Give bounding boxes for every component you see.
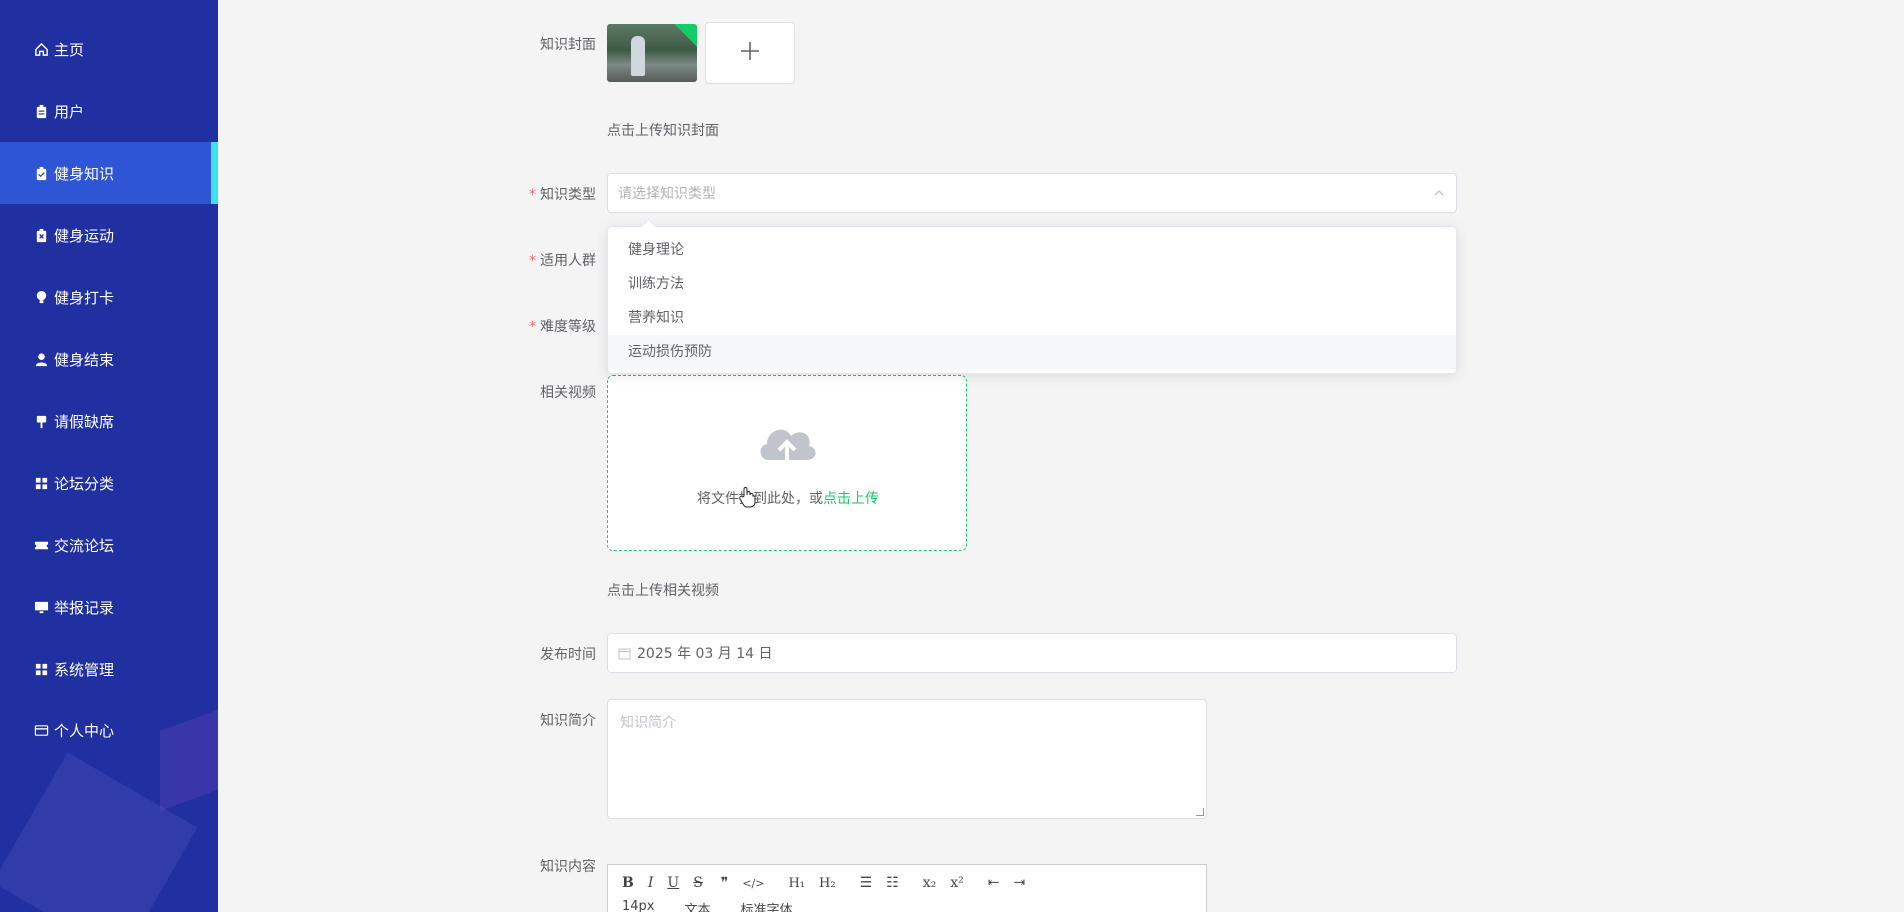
type-label-text: 知识类型 — [540, 187, 596, 203]
grid-icon — [32, 474, 50, 492]
sidebar-item-home[interactable]: 主页 — [0, 18, 218, 80]
date-label: 发布时间 — [540, 647, 596, 663]
font-family-select[interactable]: 标准字体 — [741, 899, 793, 912]
card-icon — [32, 721, 50, 739]
sidebar-item-users[interactable]: 用户 — [0, 80, 218, 142]
sidebar-item-label: 请假缺席 — [54, 412, 115, 431]
sidebar-item-leave[interactable]: 请假缺席 — [0, 390, 218, 452]
sidebar-item-label: 系统管理 — [54, 660, 115, 679]
superscript-icon[interactable]: x² — [950, 875, 964, 891]
quote-icon[interactable]: ❞ — [721, 875, 729, 891]
crowd-label-text: 适用人群 — [540, 253, 596, 269]
editor-toolbar-row2: 14px 文本 标准字体 — [622, 899, 823, 912]
cover-label: 知识封面 — [540, 37, 596, 53]
sidebar-item-forum[interactable]: 交流论坛 — [0, 514, 218, 576]
sidebar: 主页 用户 健身知识 健身运动 健身打卡 健身结束 请假缺席 论坛分类 交流论坛… — [0, 0, 218, 912]
crowd-label: * 适用人群 — [529, 253, 596, 269]
bullet-list-icon[interactable]: ☷ — [886, 875, 899, 891]
home-icon — [32, 40, 50, 58]
italic-icon[interactable]: I — [648, 875, 654, 891]
cloud-upload-icon — [755, 416, 819, 470]
format-select[interactable]: 文本 — [685, 899, 711, 912]
indent-icon[interactable]: ⇥ — [1013, 875, 1025, 891]
sidebar-item-label: 主页 — [54, 40, 85, 59]
hand-cursor-icon — [739, 486, 757, 512]
sidebar-item-finish[interactable]: 健身结束 — [0, 328, 218, 390]
heading2-icon[interactable]: H₂ — [819, 876, 836, 891]
outdent-icon[interactable]: ⇤ — [988, 875, 1000, 891]
editor-toolbar: B I U S ❞ </> H₁ H₂ ☰ ☷ x₂ x² ⇤ ⇥ — [622, 875, 1039, 891]
type-select[interactable]: 请选择知识类型 — [607, 173, 1457, 213]
ticket-icon — [32, 536, 50, 554]
intro-placeholder: 知识简介 — [620, 715, 676, 731]
type-option[interactable]: 健身理论 — [608, 233, 1456, 267]
subscript-icon[interactable]: x₂ — [923, 875, 937, 891]
video-upload-dropzone[interactable]: 将文件拖到此处，或点击上传 — [607, 375, 967, 551]
type-option[interactable]: 训练方法 — [608, 267, 1456, 301]
cyclist-image — [631, 36, 645, 76]
strike-icon[interactable]: S — [693, 875, 703, 891]
sidebar-item-reports[interactable]: 举报记录 — [0, 576, 218, 638]
heading1-icon[interactable]: H₁ — [788, 876, 805, 891]
sidebar-item-label: 论坛分类 — [54, 474, 115, 493]
sidebar-item-label: 健身打卡 — [54, 288, 115, 307]
level-label: * 难度等级 — [529, 319, 596, 335]
cover-hint: 点击上传知识封面 — [607, 123, 719, 139]
intro-label: 知识简介 — [540, 713, 596, 729]
upload-text: 将文件拖到此处，或点击上传 — [608, 488, 968, 508]
type-dropdown: 健身理论 训练方法 营养知识 运动损伤预防 — [607, 226, 1457, 374]
code-icon[interactable]: </> — [742, 877, 764, 890]
publish-date-input[interactable]: 2025 年 03 月 14 日 — [607, 633, 1457, 673]
monitor-icon — [32, 598, 50, 616]
paintbrush-icon — [32, 412, 50, 430]
grid-icon — [32, 660, 50, 678]
sidebar-item-label: 健身运动 — [54, 226, 115, 245]
user-icon — [32, 350, 50, 368]
content-label: 知识内容 — [540, 859, 596, 875]
font-size-select[interactable]: 14px — [622, 899, 655, 912]
sidebar-item-checkin[interactable]: 健身打卡 — [0, 266, 218, 328]
upload-success-icon — [674, 24, 697, 47]
sidebar-item-fitness-knowledge[interactable]: 健身知识 — [0, 142, 218, 204]
chevron-up-icon — [1432, 186, 1446, 204]
resize-handle-icon[interactable] — [1196, 808, 1204, 816]
type-select-placeholder: 请选择知识类型 — [618, 186, 716, 202]
bold-icon[interactable]: B — [622, 875, 634, 891]
sidebar-item-label: 举报记录 — [54, 598, 115, 617]
type-option[interactable]: 营养知识 — [608, 301, 1456, 335]
upload-drag-text: 将文件拖到此处，或 — [697, 491, 823, 507]
sidebar-item-label: 个人中心 — [54, 721, 115, 740]
video-hint: 点击上传相关视频 — [607, 583, 719, 599]
sidebar-item-label: 交流论坛 — [54, 536, 115, 555]
type-label: * 知识类型 — [529, 187, 596, 203]
date-value: 2025 年 03 月 14 日 — [637, 646, 773, 662]
bulb-icon — [32, 288, 50, 306]
sidebar-item-profile[interactable]: 个人中心 — [0, 699, 218, 761]
calendar-icon — [618, 647, 631, 660]
intro-textarea[interactable]: 知识简介 — [607, 699, 1207, 819]
upload-link[interactable]: 点击上传 — [823, 491, 879, 507]
video-label: 相关视频 — [540, 385, 596, 401]
sidebar-item-label: 用户 — [54, 102, 85, 121]
type-option[interactable]: 运动损伤预防 — [608, 335, 1456, 369]
level-label-text: 难度等级 — [540, 319, 596, 335]
rich-text-editor[interactable]: B I U S ❞ </> H₁ H₂ ☰ ☷ x₂ x² ⇤ ⇥ 14px 文… — [607, 864, 1207, 912]
sidebar-item-label: 健身结束 — [54, 350, 115, 369]
cover-thumbnail[interactable] — [607, 24, 697, 82]
sidebar-item-fitness-exercise[interactable]: 健身运动 — [0, 204, 218, 266]
sidebar-item-label: 健身知识 — [54, 164, 115, 183]
ordered-list-icon[interactable]: ☰ — [860, 875, 873, 891]
clipboard-x-icon — [32, 226, 50, 244]
plus-icon — [738, 39, 762, 67]
underline-icon[interactable]: U — [667, 875, 679, 891]
sidebar-item-system[interactable]: 系统管理 — [0, 638, 218, 700]
add-cover-button[interactable] — [705, 22, 795, 84]
clipboard-icon — [32, 102, 50, 120]
clipboard-check-icon — [32, 164, 50, 182]
sidebar-item-forum-category[interactable]: 论坛分类 — [0, 452, 218, 514]
